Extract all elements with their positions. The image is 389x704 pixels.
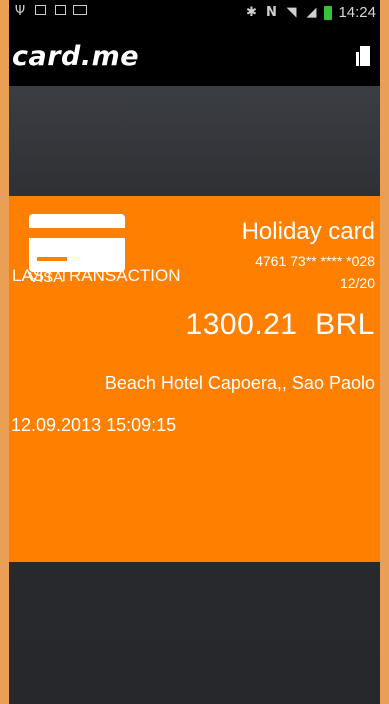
last-transaction-heading: LAST TRANSACTION — [12, 266, 181, 285]
transaction-amount: 1300.21 BRL — [185, 308, 375, 341]
usb-icon: Ψ — [14, 4, 26, 19]
cards-stack-icon-back — [356, 52, 359, 66]
notification-icons: Ψ — [13, 5, 87, 19]
cards-stack-icon — [360, 46, 370, 66]
credit-card-icon — [29, 214, 125, 272]
card-stripe — [29, 228, 125, 238]
signal-icon: ◢ — [306, 4, 317, 20]
cards-menu-button[interactable] — [356, 46, 370, 66]
notes-icon — [53, 5, 67, 19]
system-icons: ✱ N ◥ ◢ 14:24 — [244, 4, 376, 21]
transaction-merchant: Beach Hotel Capoera,, Sao Paolo — [104, 373, 375, 393]
transaction-datetime: 12.09.2013 15:09:15 — [11, 415, 177, 435]
card-number: 4761 73** **** *028 — [255, 253, 375, 269]
app-logo: card.me — [12, 41, 140, 72]
card-name: Holiday card — [241, 218, 375, 245]
status-bar: Ψ ✱ N ◥ ◢ 14:24 — [9, 0, 380, 27]
wifi-icon: ◥ — [286, 4, 297, 20]
app-bar: card.me — [9, 27, 380, 86]
status-time: 14:24 — [338, 4, 376, 21]
nfc-icon: N — [266, 4, 277, 20]
battery-icon — [324, 5, 333, 20]
transaction-panel[interactable]: 1300.21 BRL Beach Hotel Capoera,, Sao Pa… — [9, 289, 380, 562]
gallery-icon — [73, 5, 87, 19]
screen-share-icon — [33, 5, 47, 19]
bluetooth-icon: ✱ — [246, 4, 257, 20]
card-line — [37, 257, 67, 261]
phone-screen: Ψ ✱ N ◥ ◢ 14:24 card.me VISA Holiday car… — [9, 0, 380, 704]
